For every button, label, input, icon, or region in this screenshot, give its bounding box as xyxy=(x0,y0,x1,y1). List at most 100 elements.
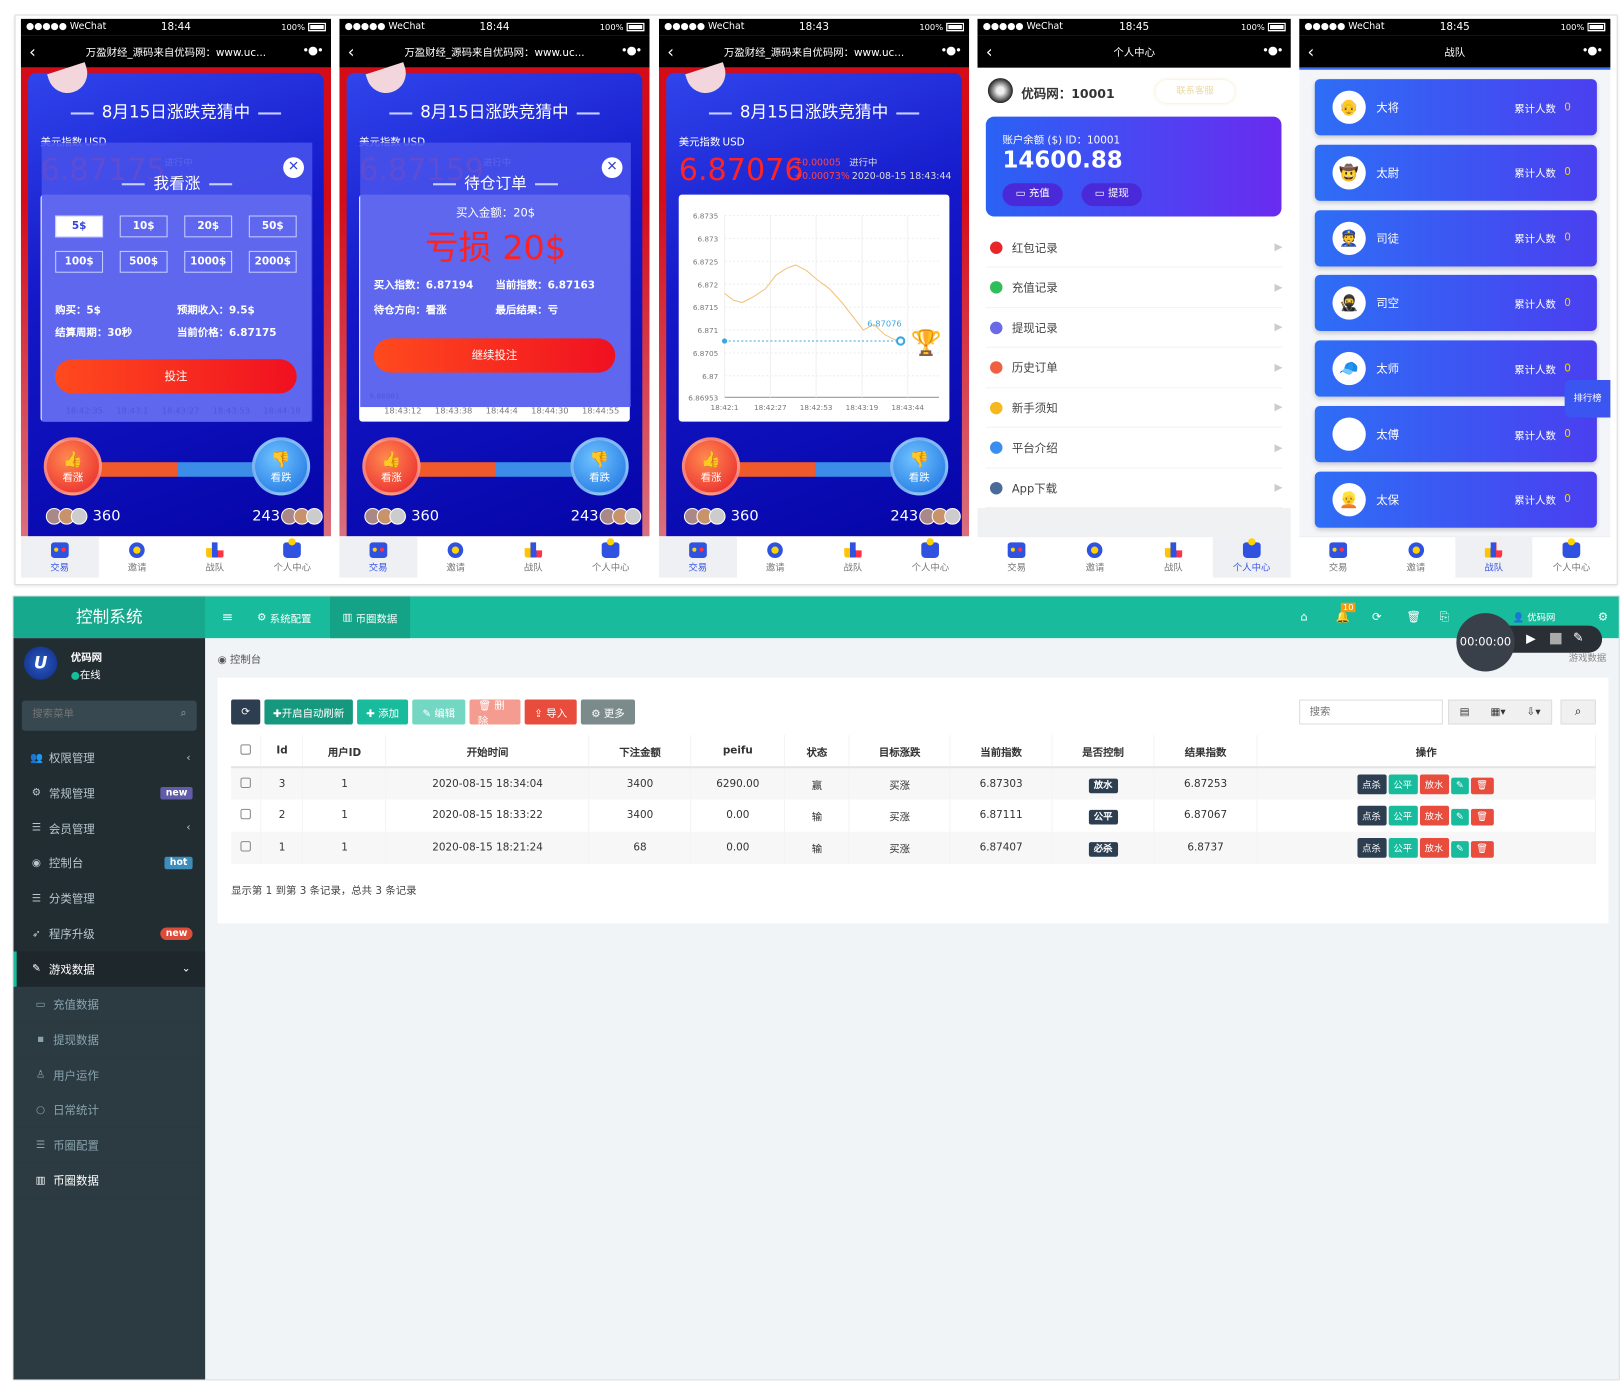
place-bet-button[interactable]: 投注 xyxy=(55,359,297,394)
row-action-button[interactable]: 点杀 xyxy=(1356,838,1387,858)
select-all-checkbox[interactable] xyxy=(231,734,262,769)
row-action-button[interactable]: 点杀 xyxy=(1356,805,1387,826)
tab-invite[interactable]: 邀请 xyxy=(1056,537,1134,578)
row-action-button[interactable]: 点杀 xyxy=(1356,773,1387,794)
tab-trade[interactable]: 交易 xyxy=(339,537,417,578)
row-action-button[interactable]: 公平 xyxy=(1388,805,1418,826)
menu-item[interactable]: 充值记录 ▶ xyxy=(985,268,1283,308)
sidebar-subitem[interactable]: ▪ 提现数据 xyxy=(13,1022,206,1058)
menu-search-input[interactable] xyxy=(21,700,168,729)
language-icon[interactable]: ⎘ xyxy=(1440,610,1449,625)
close-icon[interactable]: ✕ xyxy=(283,157,304,179)
sidebar-toggle-icon[interactable]: ≡ xyxy=(209,596,245,638)
column-header[interactable]: 状态 xyxy=(784,734,850,769)
rank-card[interactable]: 🤠 太尉 累计人数 0 xyxy=(1314,144,1597,201)
amount-option[interactable]: 100$ xyxy=(55,250,104,273)
back-icon[interactable]: ‹ xyxy=(1307,42,1314,62)
rank-card[interactable]: 👮 司徒 累计人数 0 xyxy=(1314,209,1597,267)
tab-coin-data[interactable]: ▥ 币圈数据 xyxy=(329,596,410,639)
admin-logo[interactable]: 控制系统 xyxy=(13,596,206,639)
sidebar-item[interactable]: ✎ 游戏数据 ⌄ xyxy=(13,951,206,987)
menu-item[interactable]: 红包记录 ▶ xyxy=(985,228,1283,268)
breadcrumb[interactable]: ◉ 控制台 xyxy=(218,651,262,666)
sidebar-subitem[interactable]: ○ 日常统计 xyxy=(13,1092,206,1128)
bet-down-button[interactable]: 👎 看跌 xyxy=(890,437,949,496)
toolbar-button[interactable]: 🗑 删除 xyxy=(469,699,521,728)
stop-icon[interactable] xyxy=(1550,632,1562,645)
tab-me[interactable]: 个人中心 xyxy=(572,537,650,578)
row-checkbox[interactable] xyxy=(231,831,262,865)
rank-card[interactable]: 👴 大将 累计人数 0 xyxy=(1314,79,1597,136)
row-action-button[interactable]: 放水 xyxy=(1419,838,1449,858)
bell-icon[interactable]: 🔔 10 xyxy=(1336,602,1356,624)
row-action-button[interactable]: 公平 xyxy=(1388,773,1418,794)
rank-card[interactable]: 🥷 司空 累计人数 0 xyxy=(1314,275,1597,332)
tab-me[interactable]: 个人中心 xyxy=(253,537,331,578)
row-action-button[interactable]: ✎ xyxy=(1450,777,1469,794)
column-header[interactable]: peifu xyxy=(691,734,786,769)
sidebar-item[interactable]: ☰ 分类管理 xyxy=(14,881,206,916)
columns-dropdown-icon[interactable]: ▦▾ xyxy=(1490,706,1505,717)
tab-me[interactable]: 个人中心 xyxy=(1533,537,1611,578)
close-icon[interactable]: ✕ xyxy=(601,157,623,179)
withdraw-button[interactable]: ▭ 提现 xyxy=(1081,183,1142,207)
more-icon[interactable]: •●• xyxy=(940,44,961,58)
recharge-button[interactable]: ▭ 充值 xyxy=(1002,183,1063,207)
toolbar-button[interactable]: ✚ 添加 xyxy=(357,699,409,725)
breadcrumb-right[interactable]: 游戏数据 xyxy=(1569,651,1606,664)
tab-team[interactable]: 战队 xyxy=(1454,537,1533,578)
tab-me[interactable]: 个人中心 xyxy=(1212,537,1291,578)
column-header[interactable]: 操作 xyxy=(1257,734,1596,769)
back-icon[interactable]: ‹ xyxy=(29,42,36,62)
column-header[interactable]: 下注金额 xyxy=(589,734,692,769)
toolbar-button[interactable]: ⟳ xyxy=(231,699,261,725)
sidebar-item[interactable]: ➶ 程序升级 new xyxy=(14,916,206,951)
tab-team[interactable]: 战队 xyxy=(814,537,892,578)
sidebar-item[interactable]: ☰ 会员管理 ‹ xyxy=(14,811,206,846)
column-header[interactable]: 开始时间 xyxy=(386,734,590,769)
trash-icon[interactable]: 🗑 xyxy=(1406,610,1421,624)
more-icon[interactable]: •●• xyxy=(1582,44,1603,58)
column-header[interactable]: 用户ID xyxy=(302,734,387,769)
row-action-button[interactable]: 公平 xyxy=(1388,838,1418,858)
tab-trade[interactable]: 交易 xyxy=(1299,537,1377,578)
export-dropdown-icon[interactable]: ⇩▾ xyxy=(1527,706,1541,717)
tab-trade[interactable]: 交易 xyxy=(20,537,99,578)
menu-item[interactable]: 平台介绍 ▶ xyxy=(985,428,1283,468)
column-header[interactable]: 是否控制 xyxy=(1052,734,1155,769)
column-header[interactable]: 当前指数 xyxy=(950,734,1053,769)
tab-trade[interactable]: 交易 xyxy=(658,537,737,578)
amount-option[interactable]: 20$ xyxy=(184,215,233,238)
pencil-icon[interactable]: ✎ xyxy=(1573,630,1583,645)
sidebar-item[interactable]: ◉ 控制台 hot xyxy=(14,846,206,881)
advanced-search-icon[interactable]: ⌕ xyxy=(1560,699,1596,725)
play-icon[interactable]: ▶ xyxy=(1526,631,1536,646)
menu-search[interactable]: ⌕ xyxy=(21,700,197,731)
home-icon[interactable]: ⌂ xyxy=(1300,610,1307,624)
menu-item[interactable]: 提现记录 ▶ xyxy=(985,308,1283,348)
tab-system-config[interactable]: ⚙ 系统配置 xyxy=(245,596,324,638)
toolbar-button[interactable]: ✚开启自动刷新 xyxy=(264,699,353,725)
continue-bet-button[interactable]: 继续投注 xyxy=(373,338,616,373)
sidebar-item[interactable]: 👥 权限管理 ‹ xyxy=(14,740,206,775)
tab-invite[interactable]: 邀请 xyxy=(737,537,815,578)
more-icon[interactable]: •●• xyxy=(302,44,323,58)
more-icon[interactable]: •●• xyxy=(621,44,642,58)
bet-down-button[interactable]: 👎 看跌 xyxy=(570,437,629,496)
row-action-button[interactable]: 🗑 xyxy=(1471,841,1494,858)
row-action-button[interactable]: ✎ xyxy=(1450,808,1469,826)
menu-item[interactable]: App下载 ▶ xyxy=(985,468,1283,509)
contact-service-button[interactable]: 联系客服 xyxy=(1156,80,1235,103)
back-icon[interactable]: ‹ xyxy=(986,42,993,62)
row-checkbox[interactable] xyxy=(231,767,262,800)
row-action-button[interactable]: 放水 xyxy=(1419,805,1449,826)
bet-up-button[interactable]: 👍 看涨 xyxy=(43,437,103,496)
amount-option[interactable]: 5$ xyxy=(55,215,104,238)
column-header[interactable]: 目标涨跌 xyxy=(849,734,951,769)
tab-trade[interactable]: 交易 xyxy=(977,537,1055,578)
column-header[interactable]: 结果指数 xyxy=(1154,734,1258,769)
bet-up-button[interactable]: 👍 看涨 xyxy=(362,437,421,496)
toolbar-button[interactable]: ⇪ 导入 xyxy=(524,699,577,725)
tab-invite[interactable]: 邀请 xyxy=(1377,537,1455,578)
tab-me[interactable]: 个人中心 xyxy=(892,537,970,578)
